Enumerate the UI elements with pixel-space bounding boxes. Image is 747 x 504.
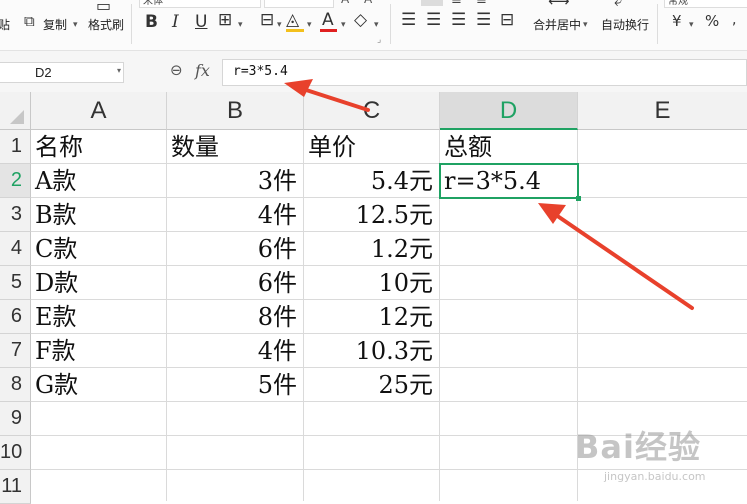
watermark-brand: Bai经验 (575, 428, 701, 466)
watermark-url: jingyan.baidu.com (604, 470, 706, 483)
arrow-to-formula (284, 79, 370, 112)
arrow-to-cell (538, 203, 694, 310)
